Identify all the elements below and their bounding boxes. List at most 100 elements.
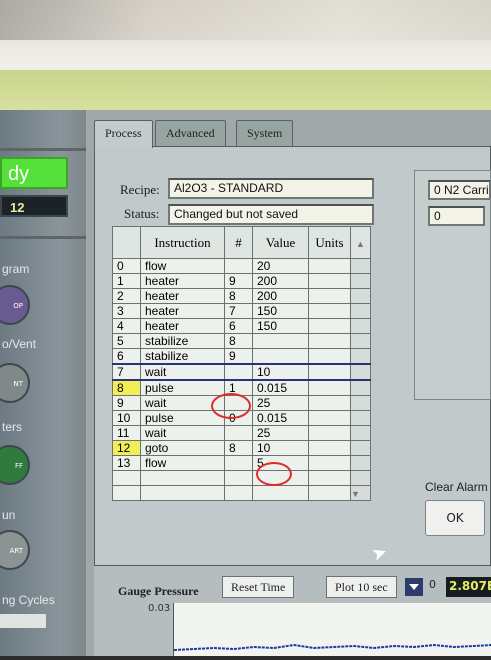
scrollbar-track[interactable] <box>350 363 371 381</box>
value-cell[interactable]: 25 <box>252 425 309 441</box>
tab-system[interactable]: System <box>236 120 294 146</box>
chevron-down-icon[interactable] <box>405 578 423 596</box>
units-cell[interactable] <box>308 425 351 441</box>
ok-button[interactable]: OK <box>425 500 485 536</box>
plot-duration-select[interactable]: Plot 10 sec <box>326 576 397 598</box>
scrollbar-track[interactable] <box>350 333 371 349</box>
units-cell[interactable] <box>308 440 351 456</box>
number-cell[interactable]: 9 <box>224 273 253 289</box>
run-label: un <box>2 508 16 522</box>
units-cell[interactable] <box>308 333 351 349</box>
table-row[interactable]: 4 heater 6 150 <box>112 318 371 334</box>
scrollbar-track[interactable] <box>350 440 371 456</box>
scrollbar-track[interactable] <box>350 395 371 411</box>
units-cell[interactable] <box>308 288 351 304</box>
instruction-cell[interactable] <box>140 470 225 486</box>
value-cell[interactable]: 200 <box>252 288 309 304</box>
value-cell[interactable]: 150 <box>252 318 309 334</box>
scrollbar-track[interactable] <box>350 348 371 365</box>
scroll-down[interactable]: ▼ <box>350 485 371 501</box>
value-cell[interactable]: 200 <box>252 273 309 289</box>
number-cell[interactable] <box>224 470 253 486</box>
number-cell[interactable] <box>224 363 253 381</box>
instruction-cell[interactable]: heater <box>140 288 225 304</box>
value-cell[interactable] <box>252 333 309 349</box>
instruction-cell[interactable]: wait <box>140 425 225 441</box>
instruction-cell[interactable]: stabilize <box>140 333 225 349</box>
table-row[interactable]: 2 heater 8 200 <box>112 288 371 304</box>
value-cell[interactable]: 150 <box>252 303 309 319</box>
instruction-cell[interactable]: pulse <box>140 379 225 396</box>
value-cell[interactable]: 20 <box>252 258 309 274</box>
units-cell[interactable] <box>308 410 351 426</box>
cycles-field[interactable] <box>0 614 46 628</box>
number-cell[interactable]: 7 <box>224 303 253 319</box>
scrollbar-track[interactable] <box>350 425 371 441</box>
scrollbar-track[interactable] <box>350 303 371 319</box>
value-cell[interactable]: 0.015 <box>252 410 309 426</box>
carrier-flow-field[interactable]: 0 <box>428 206 485 226</box>
instruction-cell[interactable]: flow <box>140 258 225 274</box>
number-cell[interactable]: 8 <box>224 440 253 456</box>
units-cell[interactable] <box>308 273 351 289</box>
instruction-cell[interactable]: heater <box>140 273 225 289</box>
units-cell[interactable] <box>308 379 351 396</box>
table-row[interactable]: 5 stabilize 8 <box>112 333 371 349</box>
tab-process[interactable]: Process <box>94 120 153 148</box>
table-row-selected[interactable]: 7 wait 10 <box>112 363 371 381</box>
units-cell[interactable] <box>308 363 351 381</box>
number-cell[interactable]: 9 <box>224 348 253 365</box>
scrollbar-track[interactable] <box>350 273 371 289</box>
value-cell[interactable]: 10 <box>252 363 309 381</box>
units-cell[interactable] <box>308 318 351 334</box>
units-cell[interactable] <box>308 348 351 365</box>
recipe-field[interactable]: Al2O3 - STANDARD <box>168 178 374 199</box>
units-cell[interactable] <box>308 485 351 501</box>
scrollbar-track[interactable] <box>350 470 371 486</box>
instruction-cell[interactable]: goto <box>140 440 225 456</box>
units-cell[interactable] <box>308 303 351 319</box>
table-row[interactable]: 13 flow 5 <box>112 455 371 471</box>
instruction-cell[interactable]: wait <box>140 363 225 381</box>
table-row[interactable]: 1 heater 9 200 <box>112 273 371 289</box>
instruction-cell[interactable]: stabilize <box>140 348 225 365</box>
reset-time-button[interactable]: Reset Time <box>222 576 295 598</box>
scrollbar-track[interactable] <box>350 410 371 426</box>
scrollbar-track[interactable] <box>350 455 371 471</box>
table-row-empty[interactable]: ▼ <box>112 485 371 501</box>
scrollbar-track[interactable] <box>350 288 371 304</box>
scrollbar-track[interactable] <box>350 379 371 396</box>
value-cell[interactable]: 0.015 <box>252 379 309 396</box>
scrollbar-up[interactable]: ▲ <box>350 226 371 259</box>
instruction-cell[interactable]: heater <box>140 303 225 319</box>
value-cell[interactable]: 10 <box>252 440 309 456</box>
scrollbar-track[interactable] <box>350 258 371 274</box>
number-cell[interactable]: 8 <box>224 288 253 304</box>
value-cell[interactable]: 25 <box>252 395 309 411</box>
value-cell[interactable] <box>252 485 309 501</box>
number-cell[interactable] <box>224 258 253 274</box>
table-row[interactable]: 6 stabilize 9 <box>112 348 371 365</box>
number-cell[interactable] <box>224 425 253 441</box>
units-cell[interactable] <box>308 470 351 486</box>
table-row[interactable]: 3 heater 7 150 <box>112 303 371 319</box>
value-cell[interactable] <box>252 348 309 365</box>
number-cell[interactable] <box>224 455 253 471</box>
units-cell[interactable] <box>308 395 351 411</box>
units-cell[interactable] <box>308 455 351 471</box>
number-cell[interactable]: 8 <box>224 333 253 349</box>
table-row-empty[interactable] <box>112 470 371 486</box>
units-cell[interactable] <box>308 258 351 274</box>
instruction-cell[interactable] <box>140 485 225 501</box>
table-row-highlighted[interactable]: 8 pulse 1 0.015 <box>112 379 371 396</box>
number-cell[interactable] <box>224 485 253 501</box>
table-row[interactable]: 0 flow 20 <box>112 258 371 274</box>
scrollbar-track[interactable] <box>350 318 371 334</box>
table-row[interactable]: 11 wait 25 <box>112 425 371 441</box>
tab-advanced[interactable]: Advanced <box>155 120 226 146</box>
table-row-highlighted[interactable]: 12 goto 8 10 <box>112 440 371 456</box>
instruction-cell[interactable]: heater <box>140 318 225 334</box>
instruction-cell[interactable]: pulse <box>140 410 225 426</box>
number-cell[interactable]: 6 <box>224 318 253 334</box>
instruction-cell[interactable]: flow <box>140 455 225 471</box>
